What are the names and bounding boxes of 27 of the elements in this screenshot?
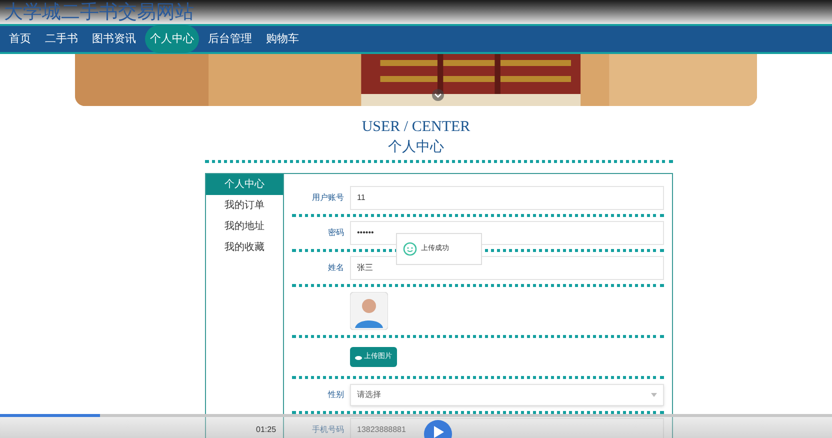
heading-english: USER / CENTER [362, 118, 470, 136]
sidebar-item[interactable]: 我的订单 [206, 195, 283, 216]
field-label: 性别 [326, 389, 345, 401]
cloud-icon [355, 354, 362, 360]
nav-link[interactable]: 购物车 [261, 25, 304, 53]
play-button[interactable] [424, 420, 452, 438]
site-title: 大学城二手书交易网站 [4, 2, 194, 24]
input-field[interactable]: 11 [350, 186, 664, 210]
sidebar-item[interactable]: 我的地址 [206, 216, 283, 237]
field-label: 姓名 [327, 262, 345, 274]
sidebar-item[interactable]: 个人中心 [206, 174, 283, 195]
caret-icon [651, 393, 657, 397]
time-label: 01:25 [256, 424, 276, 436]
field-label: 手机号码 [311, 424, 345, 436]
chevron-down-icon[interactable] [432, 89, 444, 101]
nav-link[interactable]: 二手书 [40, 25, 83, 53]
heading-chinese: 个人中心 [388, 137, 444, 156]
field-label: 密码 [327, 227, 345, 239]
nav-link[interactable]: 图书资讯 [87, 25, 141, 53]
select-field[interactable]: 请选择 [350, 384, 664, 406]
nav-link[interactable]: 后台管理 [203, 25, 257, 53]
avatar-image [350, 292, 388, 330]
sidebar-item[interactable]: 我的收藏 [206, 237, 283, 258]
smile-icon [403, 242, 417, 256]
nav-link[interactable]: 个人中心 [145, 25, 199, 53]
field-label: 用户账号 [311, 192, 345, 204]
nav-link[interactable]: 首页 [4, 25, 36, 53]
